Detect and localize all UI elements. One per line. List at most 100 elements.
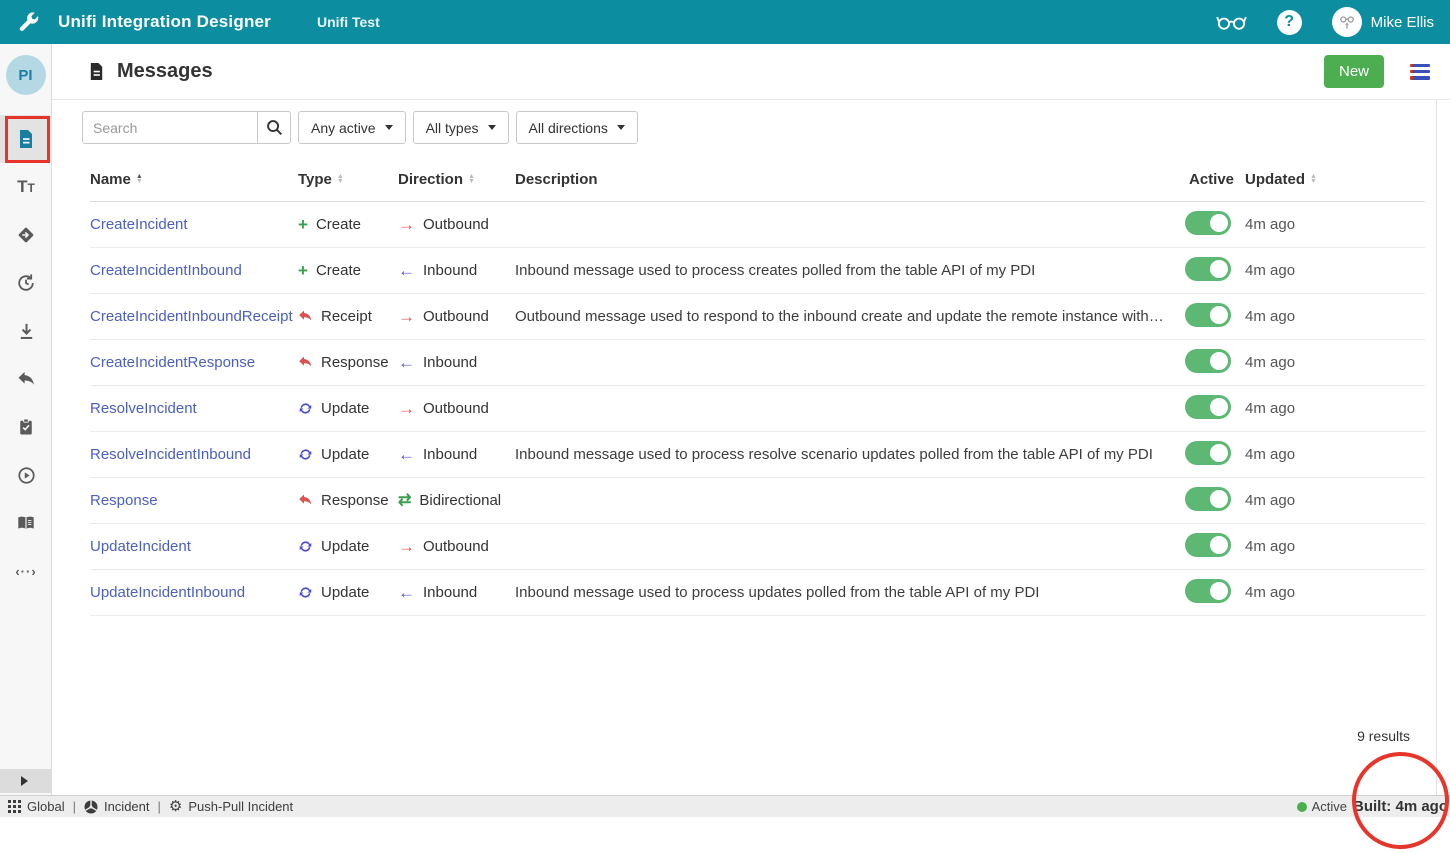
arrow-left-icon: ← xyxy=(398,262,415,279)
message-name-link[interactable]: CreateIncidentInboundReceipt xyxy=(90,308,293,325)
active-toggle[interactable] xyxy=(1185,395,1231,419)
active-toggle[interactable] xyxy=(1185,579,1231,603)
plus-icon: + xyxy=(298,262,308,280)
plus-icon: + xyxy=(298,216,308,234)
status-label: Active xyxy=(1312,799,1347,814)
type-label: Update xyxy=(321,400,369,417)
table-row: UpdateIncidentInbound Update ←Inbound In… xyxy=(90,570,1425,616)
sidebar: PI TT ‹··› xyxy=(0,44,52,795)
message-name-link[interactable]: ResolveIncident xyxy=(90,400,197,417)
document-icon xyxy=(16,129,36,149)
refresh-icon xyxy=(298,585,313,600)
sidebar-item-documentation[interactable] xyxy=(0,499,52,547)
type-label: Receipt xyxy=(321,308,372,325)
description-text: Outbound message used to respond to the … xyxy=(515,308,1180,325)
chevron-right-icon xyxy=(21,776,28,786)
search-input[interactable] xyxy=(82,111,258,144)
arrows-bidirectional-icon: ⇄ xyxy=(398,493,411,509)
active-toggle[interactable] xyxy=(1185,349,1231,373)
type-label: Update xyxy=(321,584,369,601)
glasses-icon[interactable] xyxy=(1216,13,1247,31)
active-toggle[interactable] xyxy=(1185,441,1231,465)
messages-table: Name ▲▼ Type ▲▼ Direction ▲▼ Description… xyxy=(90,157,1425,616)
grid-icon xyxy=(8,800,21,813)
sidebar-item-download[interactable] xyxy=(0,307,52,355)
search-button[interactable] xyxy=(257,111,291,144)
sidebar-item-messages[interactable] xyxy=(0,115,52,163)
table-row: UpdateIncident Update →Outbound 4m ago xyxy=(90,524,1425,570)
menu-icon[interactable] xyxy=(1410,64,1430,80)
status-dot-icon xyxy=(1297,802,1307,812)
user-avatar-icon[interactable] xyxy=(1332,7,1362,37)
table-header-row: Name ▲▼ Type ▲▼ Direction ▲▼ Description… xyxy=(90,157,1425,202)
content-right-divider xyxy=(1436,100,1437,795)
sidebar-item-transform[interactable] xyxy=(0,211,52,259)
type-filter-dropdown[interactable]: All types xyxy=(413,111,509,144)
active-filter-dropdown[interactable]: Any active xyxy=(298,111,406,144)
message-name-link[interactable]: CreateIncidentInbound xyxy=(90,262,242,279)
direction-label: Bidirectional xyxy=(419,492,501,509)
results-count: 9 results xyxy=(1357,728,1410,744)
active-toggle[interactable] xyxy=(1185,257,1231,281)
type-label: Update xyxy=(321,446,369,463)
gear-icon: ⚙ xyxy=(169,799,182,814)
message-name-link[interactable]: CreateIncidentResponse xyxy=(90,354,255,371)
type-label: Response xyxy=(321,492,389,509)
column-header-type[interactable]: Type ▲▼ xyxy=(298,171,398,188)
play-circle-icon xyxy=(17,466,36,485)
chevron-down-icon xyxy=(385,125,393,130)
sidebar-item-run[interactable] xyxy=(0,451,52,499)
history-icon xyxy=(16,273,36,293)
breadcrumb-push-pull-incident[interactable]: ⚙Push-Pull Incident xyxy=(169,799,293,814)
built-status: Built: 4m ago xyxy=(1353,798,1448,815)
column-header-direction[interactable]: Direction ▲▼ xyxy=(398,171,515,188)
sidebar-item-tasks[interactable] xyxy=(0,403,52,451)
new-button[interactable]: New xyxy=(1324,55,1384,88)
updated-text: 4m ago xyxy=(1240,354,1425,371)
active-toggle[interactable] xyxy=(1185,303,1231,327)
sidebar-item-code[interactable]: ‹··› xyxy=(0,547,52,595)
direction-label: Outbound xyxy=(423,308,489,325)
breadcrumb-global[interactable]: Global xyxy=(8,799,65,814)
active-toggle[interactable] xyxy=(1185,487,1231,511)
text-format-icon: TT xyxy=(17,177,35,197)
updated-text: 4m ago xyxy=(1240,538,1425,555)
direction-label: Outbound xyxy=(423,216,489,233)
column-header-active: Active xyxy=(1180,171,1240,188)
download-icon xyxy=(17,322,36,341)
updated-text: 4m ago xyxy=(1240,308,1425,325)
environment-label[interactable]: Unifi Test xyxy=(317,14,380,30)
arrow-right-icon: → xyxy=(398,538,415,555)
column-header-name[interactable]: Name ▲▼ xyxy=(90,171,298,188)
direction-filter-dropdown[interactable]: All directions xyxy=(516,111,638,144)
integration-avatar[interactable]: PI xyxy=(6,55,46,95)
document-icon xyxy=(87,62,106,81)
message-name-link[interactable]: CreateIncident xyxy=(90,216,188,233)
sort-icon: ▲▼ xyxy=(468,174,475,184)
sidebar-expand-button[interactable] xyxy=(0,769,51,793)
refresh-icon xyxy=(298,447,313,462)
active-toggle[interactable] xyxy=(1185,533,1231,557)
help-icon[interactable]: ? xyxy=(1277,10,1302,35)
message-name-link[interactable]: UpdateIncidentInbound xyxy=(90,584,245,601)
code-icon: ‹··› xyxy=(15,564,36,579)
direction-label: Inbound xyxy=(423,262,477,279)
sidebar-item-fields[interactable]: TT xyxy=(0,163,52,211)
sidebar-nav: TT ‹··› xyxy=(0,115,51,595)
description-text: Inbound message used to process creates … xyxy=(515,262,1180,279)
arrow-right-icon: → xyxy=(398,308,415,325)
active-toggle[interactable] xyxy=(1185,211,1231,235)
column-header-updated[interactable]: Updated ▲▼ xyxy=(1240,171,1425,188)
message-name-link[interactable]: ResolveIncidentInbound xyxy=(90,446,251,463)
arrow-left-icon: ← xyxy=(398,354,415,371)
message-name-link[interactable]: Response xyxy=(90,492,158,509)
user-name[interactable]: Mike Ellis xyxy=(1371,14,1434,31)
sidebar-item-history[interactable] xyxy=(0,259,52,307)
breadcrumb-incident[interactable]: Incident xyxy=(84,799,150,814)
sidebar-item-responses[interactable] xyxy=(0,355,52,403)
table-row: CreateIncidentResponse Response ←Inbound… xyxy=(90,340,1425,386)
updated-text: 4m ago xyxy=(1240,262,1425,279)
table-body: CreateIncident +Create →Outbound 4m ago … xyxy=(90,202,1425,616)
description-text: Inbound message used to process resolve … xyxy=(515,446,1180,463)
message-name-link[interactable]: UpdateIncident xyxy=(90,538,191,555)
